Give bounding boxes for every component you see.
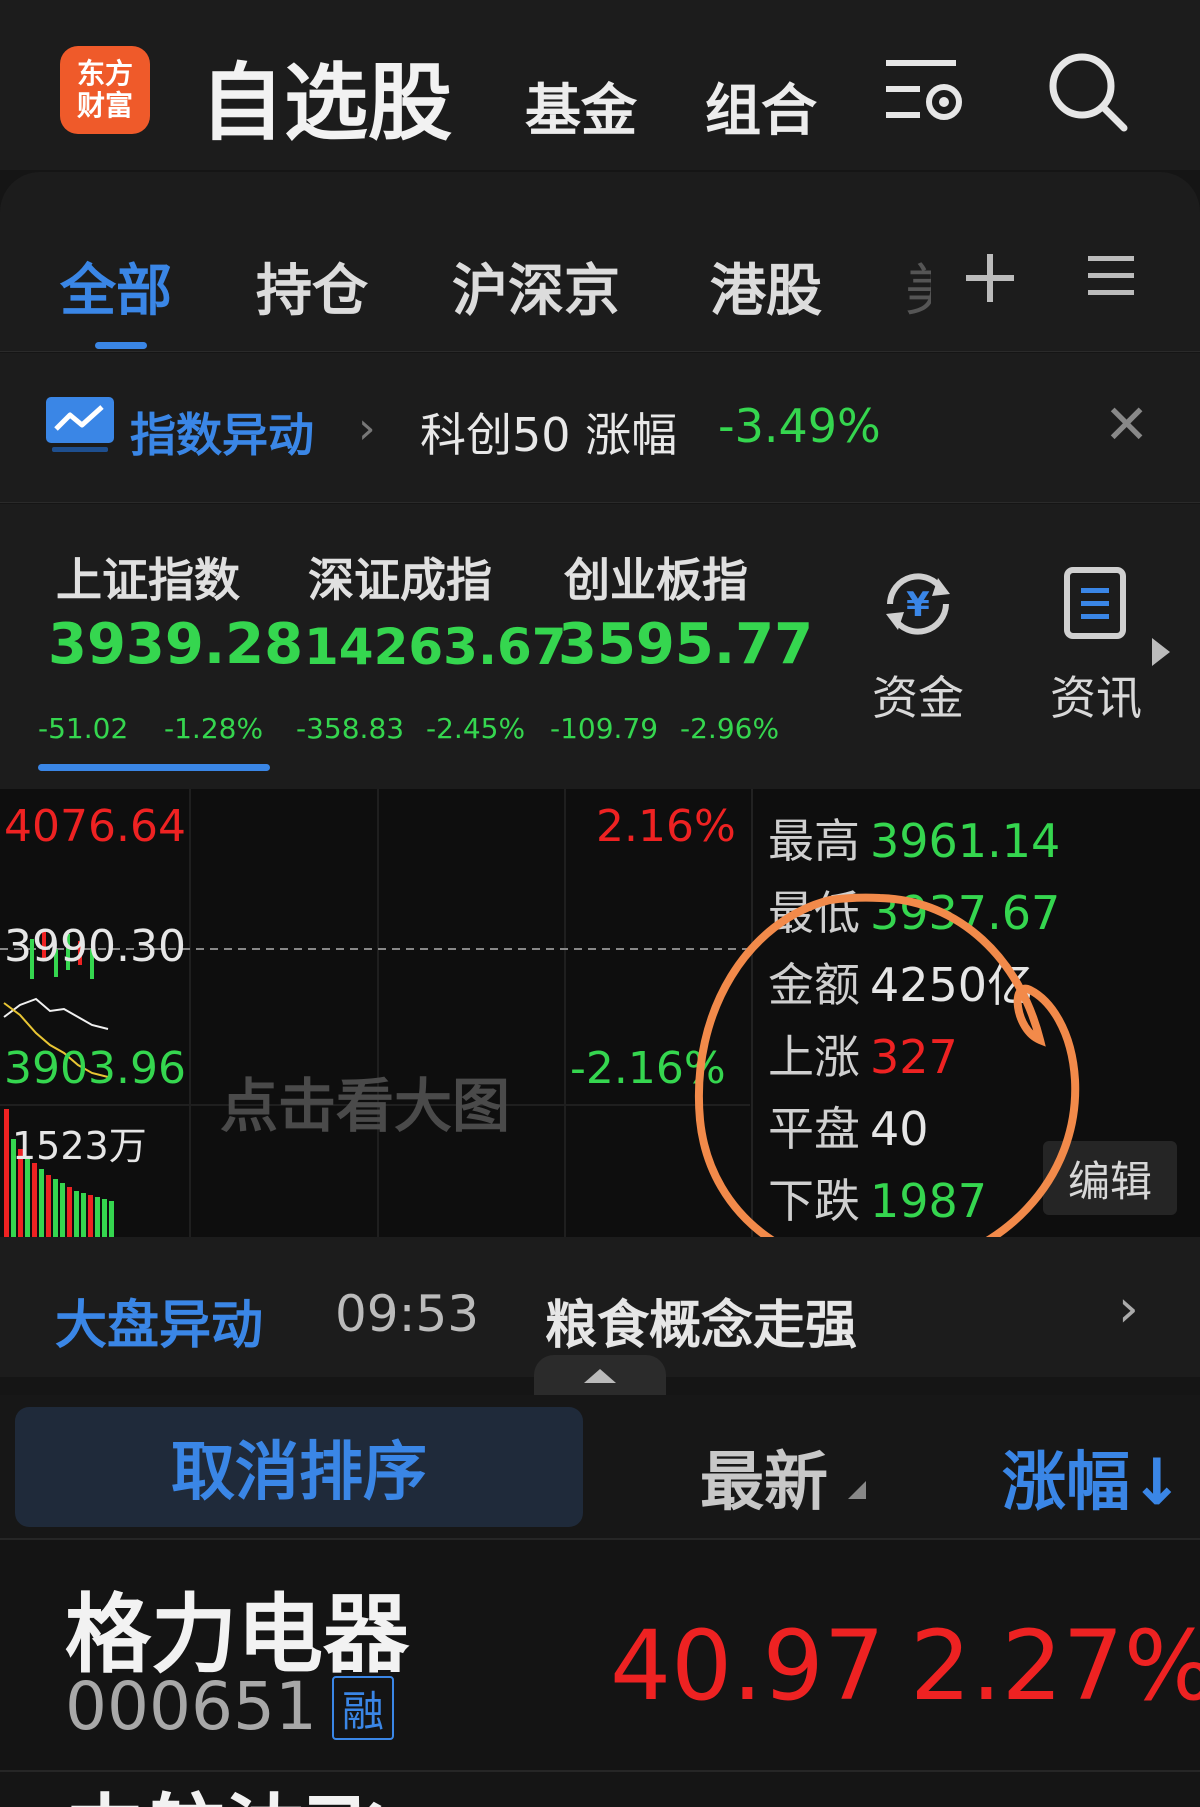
yuan-cycle-icon: ¥ [886,573,950,635]
scroll-right-icon[interactable] [1152,638,1170,666]
quick-link-label: 资金 [872,671,964,725]
index-strip: 上证指数 3939.28 -51.02 -1.28% 深证成指 14263.67… [0,504,1200,789]
document-icon [1064,567,1126,639]
cancel-sort-button[interactable]: 取消排序 [15,1407,583,1527]
svg-text:¥: ¥ [906,585,930,625]
index-alert-value: -3.49% [718,399,881,453]
index-change: -51.02 [38,712,129,745]
quick-link-news[interactable]: 资讯 [1026,564,1166,728]
index-value: 14263.67 [304,618,567,676]
chart-high-label: 4076.64 [4,801,186,852]
nav-portfolio[interactable]: 组合 [705,66,817,147]
margin-badge: 融 [332,1676,394,1740]
plus-icon[interactable] [964,252,1016,308]
chart-hint[interactable]: 点击看大图 [220,1059,510,1143]
tab-shanghai-shenzhen-beijing[interactable]: 沪深京 [452,246,620,327]
index-value: 3939.28 [48,612,304,677]
sort-change-percent[interactable]: 涨幅↓ [1002,1431,1184,1523]
app-logo[interactable]: 东方 财富 [60,46,150,134]
chevron-right-icon: › [1118,1279,1139,1339]
search-icon[interactable] [1046,50,1130,138]
tab-overflow[interactable]: 美 [905,246,931,327]
top-header: 东方 财富 自选股 基金 组合 [0,0,1200,170]
market-alert-title: 大盘异动 [55,1296,264,1356]
stat-high: 最高 3961.14 [768,805,1060,871]
table-row[interactable]: 中航沈飞 [65,1780,415,1807]
index-value: 3595.77 [558,612,814,677]
index-change: -358.83 [296,712,405,745]
page-title[interactable]: 自选股 [200,36,452,157]
chart-volume-label: 1523万 [12,1124,147,1168]
collapse-handle[interactable] [534,1355,666,1395]
chart-mid-label: 3990.30 [4,921,186,972]
table-row[interactable]: 格力电器 000651 融 40.97 2.27% [0,1540,1200,1772]
sort-header: 取消排序 最新 涨幅↓ [0,1395,1200,1540]
index-percent: -2.45% [426,712,526,745]
index-percent: -2.96% [680,712,780,745]
sort-indicator-icon [848,1481,866,1499]
tab-hk-stocks[interactable]: 港股 [710,246,822,327]
tab-all[interactable]: 全部 [60,246,172,327]
chart-low-label: 3903.96 [4,1043,186,1094]
index-name: 上证指数 [56,553,240,607]
quick-link-label: 资讯 [1050,671,1142,725]
watchlist-tabs: 全部 持仓 沪深京 港股 美 [0,172,1200,352]
stat-value: 3961.14 [870,814,1061,868]
index-alert-title: 指数异动 [130,408,314,462]
logo-line-2: 财富 [76,89,133,122]
market-alert-text: 粮食概念走强 [545,1296,858,1356]
menu-icon[interactable] [1086,252,1136,304]
index-name: 深证成指 [308,553,492,607]
market-alert-time: 09:53 [335,1285,480,1343]
tab-holdings[interactable]: 持仓 [256,246,368,327]
index-name: 创业板指 [564,553,748,607]
nav-fund[interactable]: 基金 [525,66,637,147]
chart-high-pct: 2.16% [596,801,736,852]
logo-line-1: 东方 [76,57,133,90]
trend-chart-icon [44,395,116,459]
stock-code: 000651 [65,1668,317,1745]
active-tab-indicator [95,342,147,349]
list-settings-icon[interactable] [882,50,966,134]
sort-latest-price[interactable]: 最新 [700,1431,828,1523]
index-alert-text: 科创50 涨幅 [420,408,678,462]
stock-name: 中航沈飞 [65,1780,415,1807]
stock-price: 40.97 [610,1610,885,1722]
stock-change: 2.27% [910,1610,1200,1722]
index-change: -109.79 [550,712,659,745]
stat-label: 最高 [768,814,860,868]
quick-link-funds[interactable]: ¥ 资金 [848,564,988,728]
index-alert-bar[interactable]: 指数异动 › 科创50 涨幅 -3.49% ✕ [0,353,1200,503]
close-icon[interactable]: ✕ [1104,393,1149,456]
chevron-right-icon: › [358,403,376,454]
index-percent: -1.28% [164,712,264,745]
active-index-indicator [38,764,270,771]
